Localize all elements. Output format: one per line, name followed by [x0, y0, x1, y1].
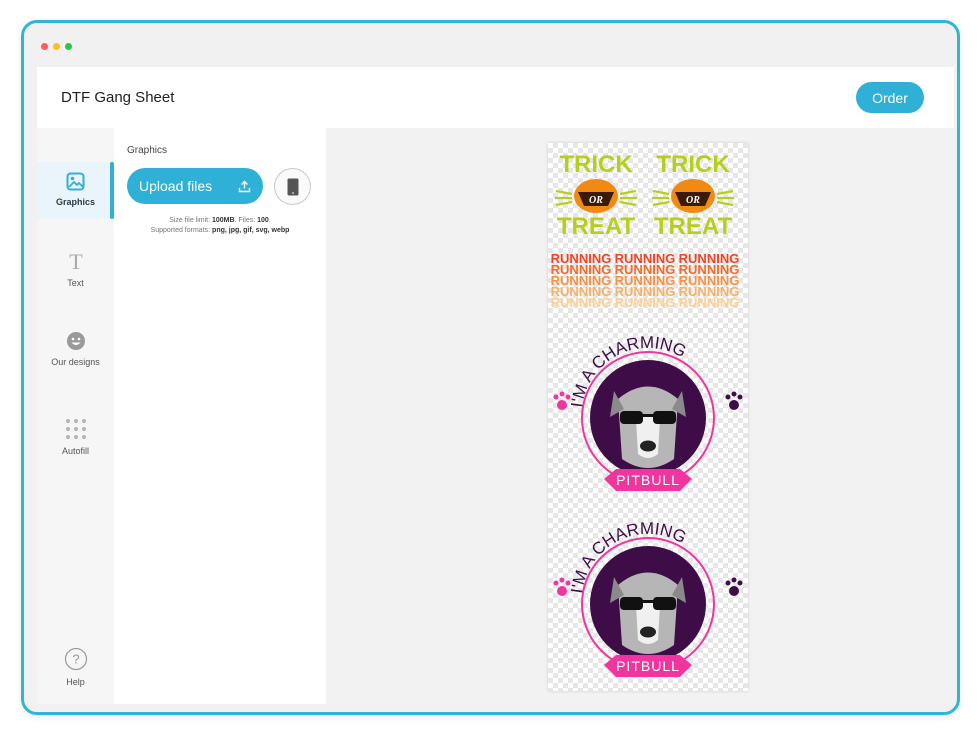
grid-dots-icon — [65, 419, 86, 439]
upload-from-phone-button[interactable] — [274, 168, 311, 205]
charming-pitbull-design[interactable]: I'M A CHARMING PITBULL — [553, 333, 743, 491]
phone-icon — [287, 178, 298, 195]
order-button[interactable]: Order — [856, 82, 924, 113]
svg-text:PITBULL: PITBULL — [616, 472, 680, 488]
running-design[interactable]: RUNNING RUNNING RUNNING RUNNING RUNNING … — [551, 251, 740, 310]
window-controls — [41, 43, 72, 50]
text-icon: T — [69, 250, 83, 272]
charming-pitbull-design[interactable]: I'M A CHARMING PITBULL — [553, 519, 743, 677]
minimize-window-dot[interactable] — [53, 43, 60, 50]
rail-item-our-designs[interactable]: Our designs — [37, 331, 114, 367]
image-icon — [66, 172, 85, 191]
trick-or-treat-design[interactable]: TRICK OR TREAT — [555, 151, 637, 240]
upload-limits-note: Size file limit: 100MB. Files: 100. Supp… — [150, 217, 290, 234]
sheet-artwork: TRICK OR TREAT TRICK OR TREAT RUNNING RU… — [551, 151, 743, 677]
svg-text:TREAT: TREAT — [654, 213, 733, 240]
svg-text:TRICK: TRICK — [559, 151, 633, 178]
app-content: DTF Gang Sheet Order Graphics T Text Our… — [37, 67, 954, 704]
top-bar: DTF Gang Sheet Order — [37, 67, 954, 128]
maximize-window-dot[interactable] — [65, 43, 72, 50]
rail-item-graphics[interactable]: Graphics — [37, 162, 114, 219]
panel-title: Graphics — [127, 145, 168, 156]
upload-icon — [238, 180, 251, 192]
help-button[interactable]: ? Help — [37, 647, 114, 687]
app-window: DTF Gang Sheet Order Graphics T Text Our… — [21, 20, 960, 715]
svg-text:RUNNING: RUNNING — [551, 295, 612, 310]
trick-or-treat-design[interactable]: TRICK OR TREAT — [652, 151, 734, 240]
rail-item-label: Graphics — [55, 197, 95, 207]
svg-text:?: ? — [72, 652, 79, 667]
svg-text:T: T — [69, 250, 83, 272]
svg-text:PITBULL: PITBULL — [616, 658, 680, 674]
smiley-icon — [66, 332, 85, 350]
svg-text:TRICK: TRICK — [656, 151, 730, 178]
svg-text:TREAT: TREAT — [557, 213, 636, 240]
page-title: DTF Gang Sheet — [61, 89, 175, 106]
graphics-panel: Graphics Upload files Size file limit: 1… — [114, 128, 326, 704]
rail-item-autofill[interactable]: Autofill — [37, 418, 114, 456]
close-window-dot[interactable] — [41, 43, 48, 50]
rail-item-label: Text — [67, 278, 84, 288]
help-label: Help — [66, 677, 85, 687]
upload-files-label: Upload files — [139, 178, 213, 194]
rail-item-label: Our designs — [51, 357, 100, 367]
canvas-area: TRICK OR TREAT TRICK OR TREAT RUNNING RU… — [326, 128, 954, 704]
tool-rail: Graphics T Text Our designs Autofill ? H… — [37, 128, 114, 704]
svg-text:RUNNING: RUNNING — [679, 295, 740, 310]
gang-sheet[interactable]: TRICK OR TREAT TRICK OR TREAT RUNNING RU… — [548, 143, 748, 691]
rail-item-text[interactable]: T Text — [37, 250, 114, 288]
svg-text:RUNNING: RUNNING — [615, 295, 676, 310]
rail-item-label: Autofill — [61, 446, 89, 456]
help-icon: ? — [64, 647, 87, 671]
upload-files-button[interactable]: Upload files — [127, 168, 263, 204]
svg-text:OR: OR — [589, 195, 603, 206]
svg-text:OR: OR — [686, 195, 700, 206]
